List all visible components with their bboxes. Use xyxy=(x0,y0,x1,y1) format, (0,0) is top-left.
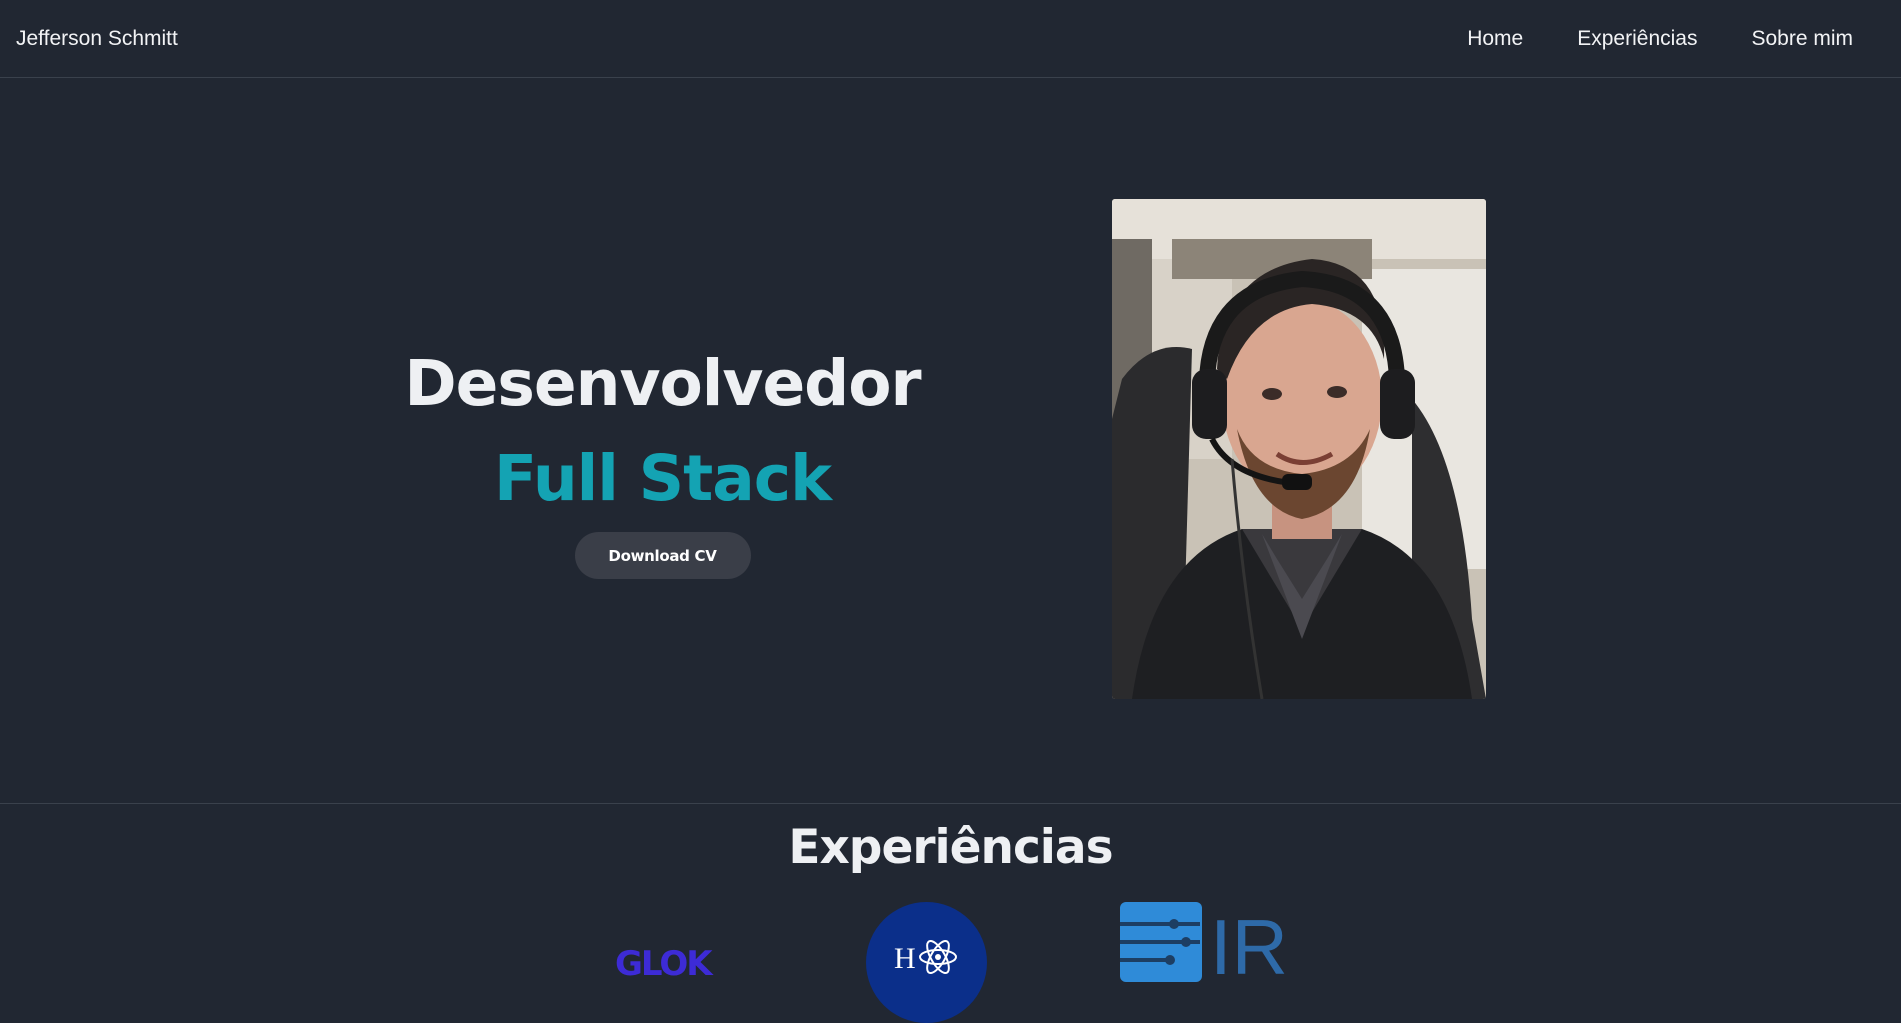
hero-section: Desenvolvedor Full Stack Download CV xyxy=(0,79,1901,803)
hero-subtitle: Full Stack xyxy=(493,442,832,515)
hero-text: Desenvolvedor Full Stack Download CV xyxy=(330,339,995,579)
experiences-title: Experiências xyxy=(788,820,1113,875)
circuit-icon: IR xyxy=(1120,902,1288,991)
ir-logo: IR xyxy=(1120,902,1290,991)
hero-title: Desenvolvedor xyxy=(404,347,921,420)
nav-link-sobre-mim[interactable]: Sobre mim xyxy=(1751,27,1853,51)
h-science-logo-text: H xyxy=(894,942,916,975)
profile-photo-image xyxy=(1112,199,1486,699)
atom-icon: H xyxy=(894,940,957,975)
download-cv-button[interactable]: Download CV xyxy=(574,532,751,579)
nav-links: Home Experiências Sobre mim xyxy=(1467,27,1853,51)
h-science-logo: H xyxy=(866,902,987,1023)
ir-logo-text: IR xyxy=(1210,903,1288,982)
brand-name[interactable]: Jefferson Schmitt xyxy=(16,27,178,51)
glok-logo: GLOK xyxy=(615,944,735,984)
nav-link-experiencias[interactable]: Experiências xyxy=(1577,27,1697,51)
glok-logo-text: GLOK xyxy=(615,944,713,984)
navbar: Jefferson Schmitt Home Experiências Sobr… xyxy=(0,0,1901,78)
profile-photo xyxy=(1112,199,1486,699)
nav-link-home[interactable]: Home xyxy=(1467,27,1523,51)
experiences-section: Experiências GLOK H IR xyxy=(0,803,1901,1023)
